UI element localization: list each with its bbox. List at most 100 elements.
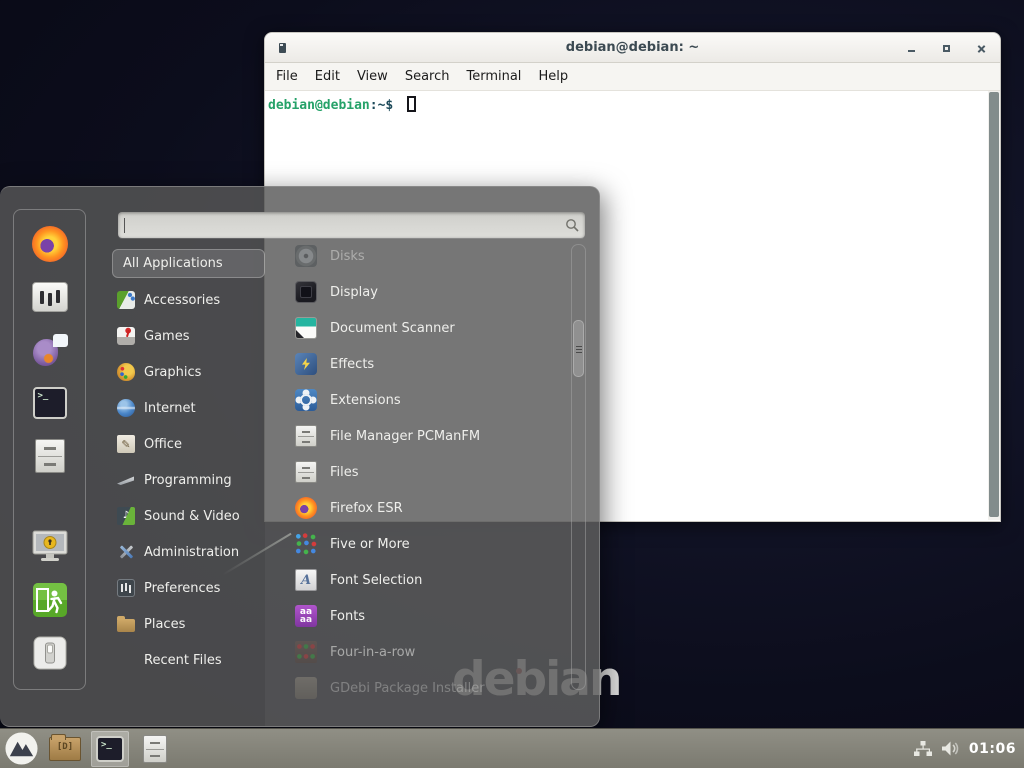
app-label: GDebi Package Installer [330,681,485,696]
no-icon-spacer [117,651,135,669]
app-item-display[interactable]: Display [265,274,565,310]
firefox-icon [32,226,68,262]
menu-search[interactable]: Search [405,69,450,84]
shell-prompt: debian@debian:~$ [265,91,1000,113]
app-label: Five or More [330,537,410,552]
category-preferences[interactable]: Preferences [112,570,265,606]
terminal-scrollbar[interactable] [988,91,1000,520]
effects-icon [295,353,317,375]
category-label: Places [144,617,185,632]
taskbar-terminal-button[interactable] [91,731,129,767]
app-item-five-or-more[interactable]: Five or More [265,526,565,562]
category-accessories[interactable]: Accessories [112,282,265,318]
file-manager-icon [35,439,65,473]
minimize-icon[interactable] [907,44,916,53]
app-label: Font Selection [330,573,422,588]
favorite-pidgin-button[interactable] [28,330,72,370]
folder-emblem: [D] [50,742,80,752]
menu-terminal[interactable]: Terminal [466,69,521,84]
category-label: All Applications [123,256,223,271]
category-internet[interactable]: Internet [112,390,265,426]
app-label: Fonts [330,609,365,624]
terminal-icon [33,387,67,419]
close-icon[interactable] [977,44,986,53]
category-graphics[interactable]: Graphics [112,354,265,390]
app-item-gdebi[interactable]: GDebi Package Installer [265,670,565,704]
category-administration[interactable]: Administration [112,534,265,570]
app-item-effects[interactable]: Effects [265,346,565,382]
network-icon[interactable] [914,741,932,757]
category-recent-files[interactable]: Recent Files [112,642,265,678]
app-label: Disks [330,249,365,264]
menu-button[interactable] [3,731,39,767]
category-programming[interactable]: Programming [112,462,265,498]
menu-logo-icon [4,731,39,766]
app-item-document-scanner[interactable]: Document Scanner [265,310,565,346]
terminal-scrollbar-thumb[interactable] [989,92,999,517]
lock-screen-button[interactable] [28,527,72,567]
display-icon [295,281,317,303]
menu-scrollbar[interactable] [571,244,586,690]
category-all-applications[interactable]: All Applications [112,249,265,278]
menu-help[interactable]: Help [538,69,568,84]
app-item-disks[interactable]: Disks [265,238,565,274]
firefox-icon [295,497,317,519]
favorite-terminal-button[interactable] [28,383,72,423]
programming-icon [117,471,135,489]
category-sound-video[interactable]: Sound & Video [112,498,265,534]
app-item-file-manager-pcmanfm[interactable]: File Manager PCManFM [265,418,565,454]
favorite-file-manager-button[interactable] [28,436,72,476]
five-or-more-icon [295,533,317,555]
preferences-icon [117,579,135,597]
search-input[interactable] [125,215,565,235]
shut-down-button[interactable] [28,633,72,673]
category-label: Recent Files [144,653,222,668]
category-label: Games [144,329,189,344]
search-box[interactable] [118,212,585,238]
maximize-icon[interactable] [942,44,951,53]
category-office[interactable]: Office [112,426,265,462]
log-out-icon [33,583,67,617]
font-selection-icon [295,569,317,591]
favorite-firefox-button[interactable] [28,224,72,264]
shut-down-icon [33,636,67,670]
app-item-four-in-a-row[interactable]: Four-in-a-row [265,634,565,670]
category-places[interactable]: Places [112,606,265,642]
app-item-extensions[interactable]: Extensions [265,382,565,418]
games-icon [117,327,135,345]
clock[interactable]: 01:06 [969,741,1016,757]
taskbar-folder-button[interactable]: [D] [46,731,84,767]
favorite-preferences-button[interactable] [28,277,72,317]
menu-edit[interactable]: Edit [315,69,340,84]
menu-view[interactable]: View [357,69,388,84]
app-label: File Manager PCManFM [330,429,480,444]
menu-scrollbar-thumb[interactable] [573,320,584,377]
category-label: Office [144,437,182,452]
app-item-firefox-esr[interactable]: Firefox ESR [265,490,565,526]
window-controls [907,33,986,63]
app-item-files[interactable]: Files [265,454,565,490]
pidgin-icon [32,332,68,368]
search-icon [565,218,579,232]
desktop: debian debian@debian: ~ File Edit View S… [0,0,1024,768]
app-item-fonts[interactable]: Fonts [265,598,565,634]
window-title: debian@debian: ~ [265,40,1000,55]
category-games[interactable]: Games [112,318,265,354]
disks-icon [295,245,317,267]
application-menu: All Applications Accessories Games Graph… [0,186,600,727]
four-in-a-row-icon [295,641,317,663]
terminal-titlebar[interactable]: debian@debian: ~ [265,33,1000,63]
app-label: Files [330,465,359,480]
category-list: All Applications Accessories Games Graph… [112,249,265,678]
category-label: Graphics [144,365,201,380]
volume-icon[interactable] [941,740,960,757]
app-label: Display [330,285,378,300]
log-out-button[interactable] [28,580,72,620]
taskbar-file-manager-button[interactable] [136,731,174,767]
prompt-user-host: debian@debian [268,98,370,113]
menu-file[interactable]: File [276,69,298,84]
category-label: Preferences [144,581,220,596]
app-label: Firefox ESR [330,501,403,516]
places-icon [117,619,135,632]
app-item-font-selection[interactable]: Font Selection [265,562,565,598]
